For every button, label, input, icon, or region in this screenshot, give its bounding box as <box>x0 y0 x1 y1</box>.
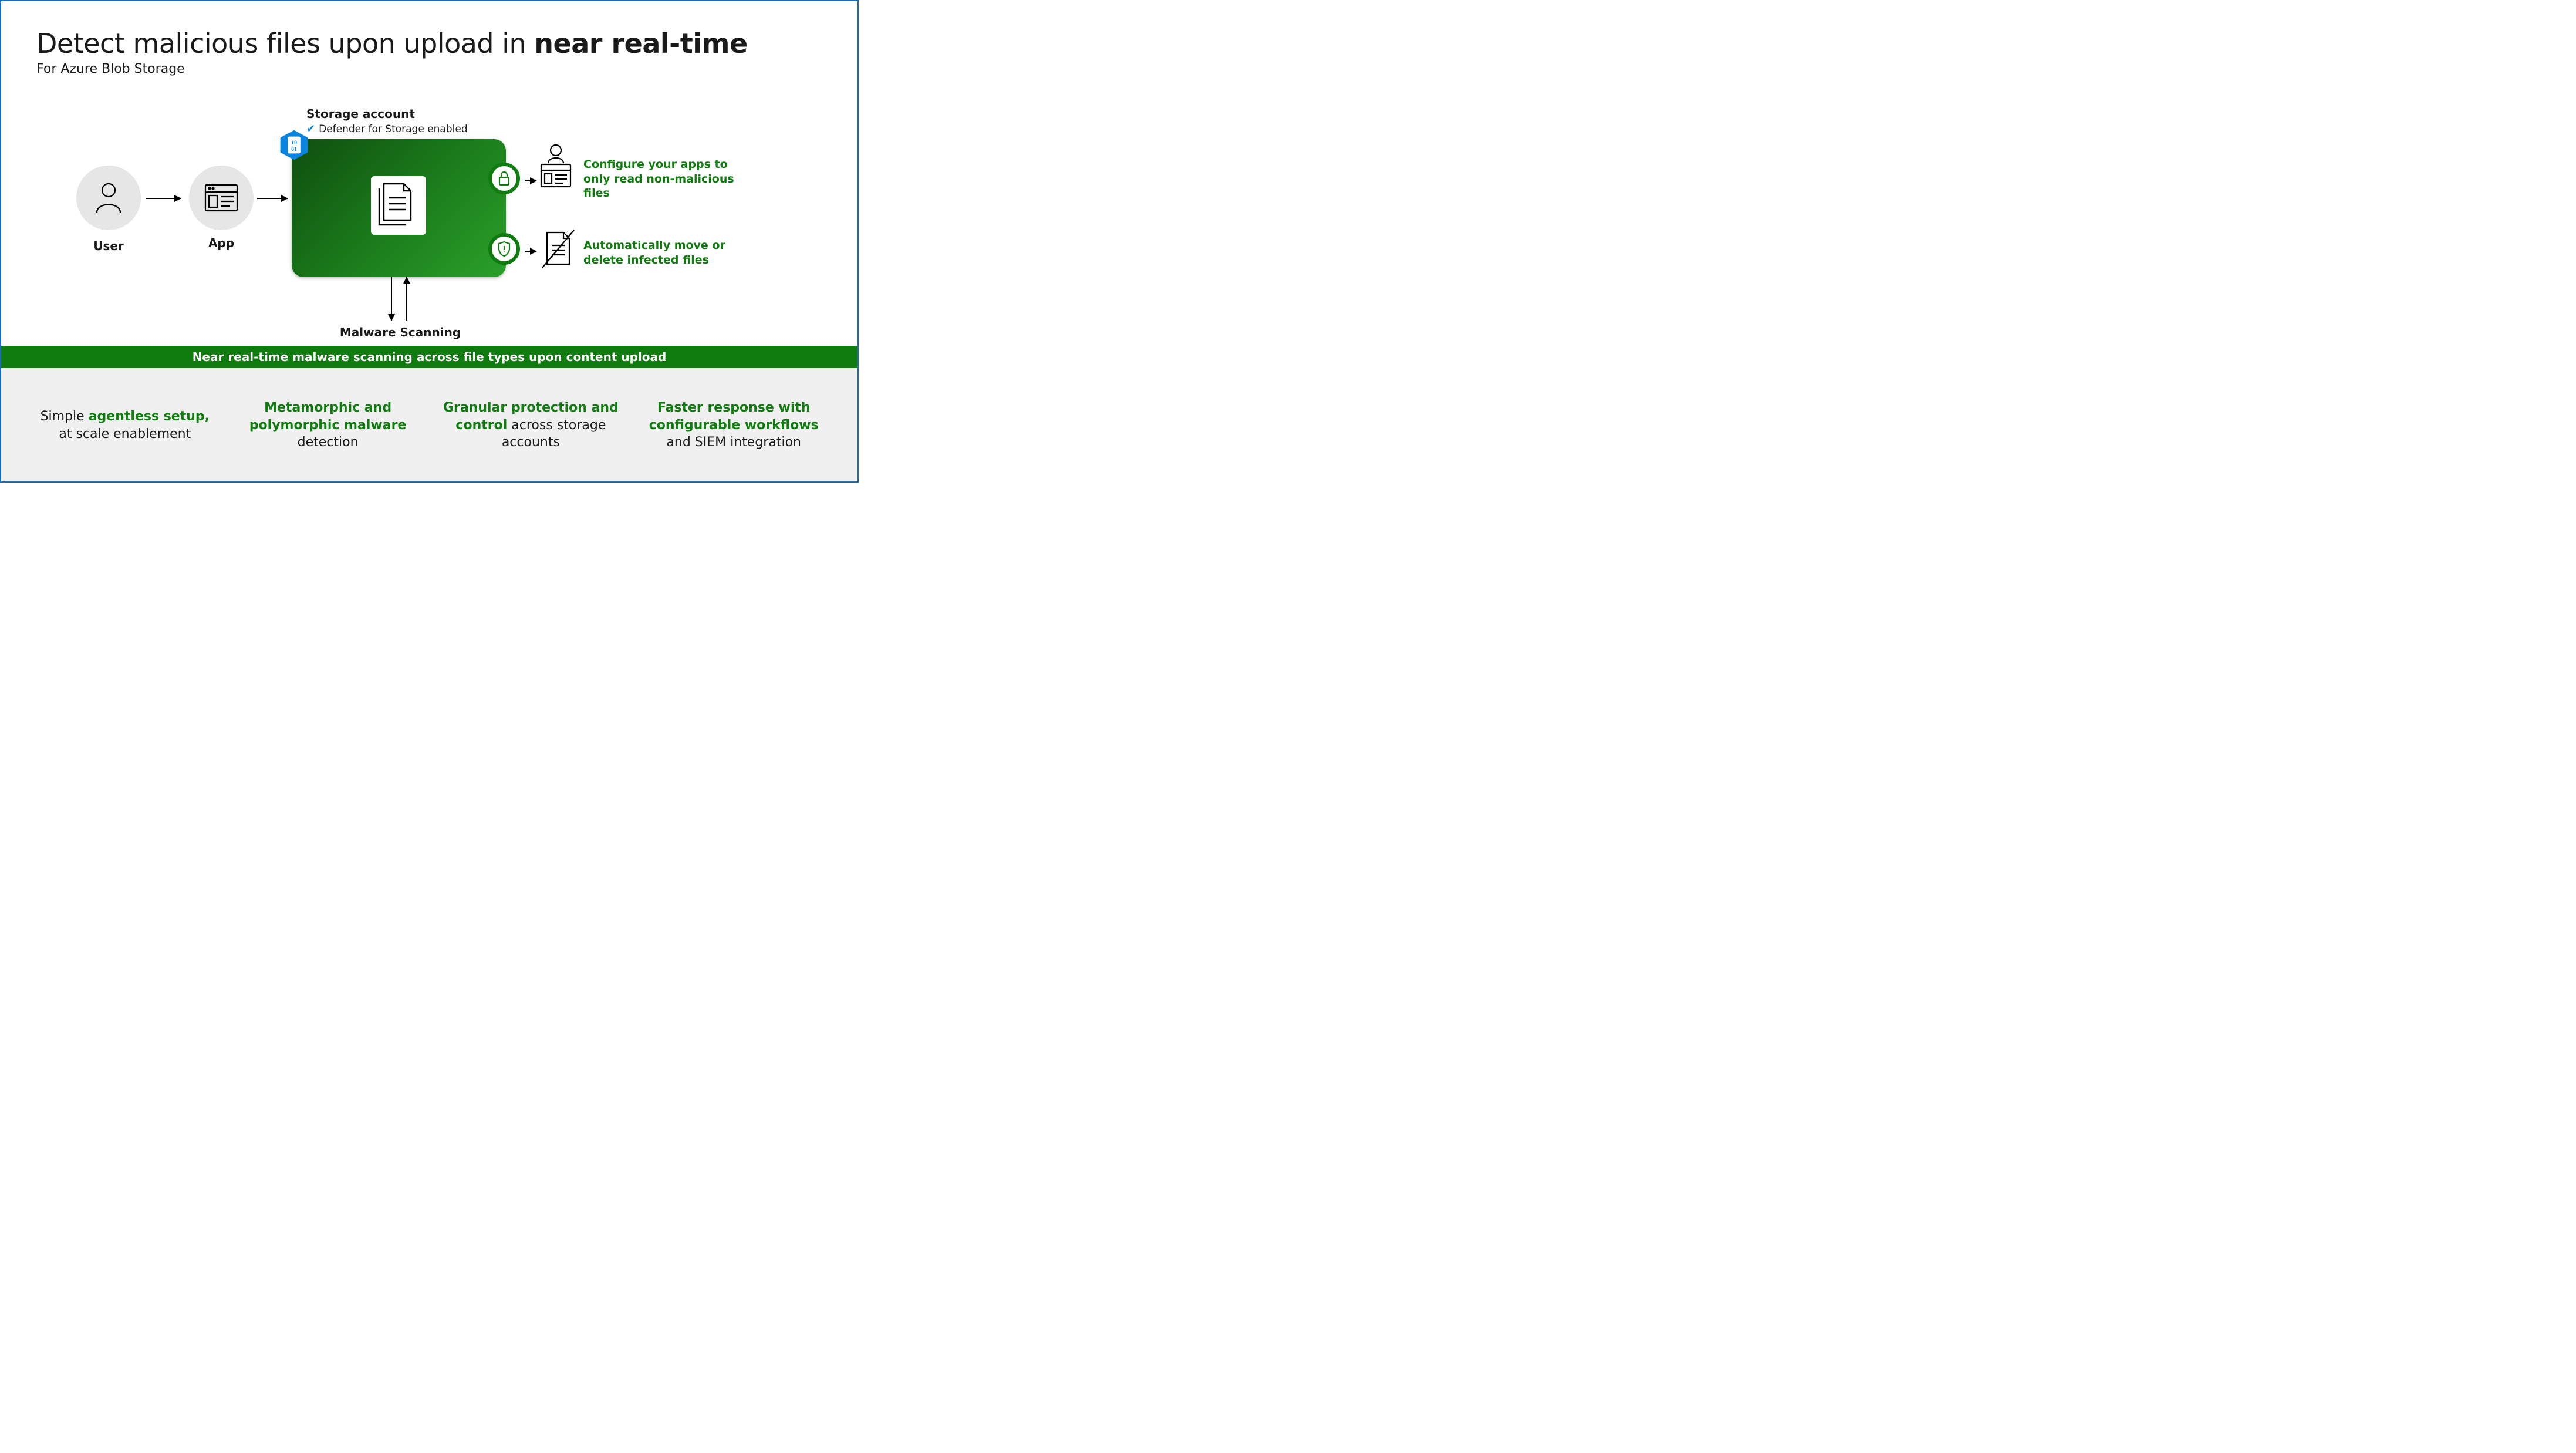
feature-highlight: agentless setup, <box>89 409 210 424</box>
outcome-delete-text: Automatically move or delete infected fi… <box>583 238 748 267</box>
defender-enabled-text: Defender for Storage enabled <box>319 123 468 135</box>
feature-post: and SIEM integration <box>666 435 801 450</box>
slide-title: Detect malicious files upon upload in ne… <box>36 28 748 59</box>
slide-header: Detect malicious files upon upload in ne… <box>36 28 748 76</box>
user-icon <box>94 182 123 214</box>
app-node <box>189 166 254 230</box>
features-row: Simple agentless setup, at scale enablem… <box>1 369 857 481</box>
feature-highlight: Faster response with configurable workfl… <box>649 400 819 433</box>
defender-enabled-label: ✔ Defender for Storage enabled <box>306 123 468 135</box>
feature-agentless: Simple agentless setup, at scale enablem… <box>34 408 216 443</box>
lock-icon <box>497 171 511 186</box>
slide-frame: Detect malicious files upon upload in ne… <box>0 0 859 483</box>
svg-text:10: 10 <box>291 140 297 146</box>
shield-icon <box>497 241 511 257</box>
banner-text: Near real-time malware scanning across f… <box>193 350 667 364</box>
flow-diagram: User App Storage account ✔ Defender for … <box>1 107 857 342</box>
banner-bar: Near real-time malware scanning across f… <box>1 346 857 368</box>
document-icon <box>371 176 426 235</box>
arrow-to-delete <box>525 251 536 252</box>
feature-post: across storage accounts <box>502 418 606 450</box>
binary-hex-icon: 10 01 <box>278 129 310 161</box>
feature-polymorphic: Metamorphic and polymorphic malware dete… <box>237 399 419 451</box>
outcome-configure-text: Configure your apps to only read non-mal… <box>583 157 748 201</box>
app-label: App <box>189 236 254 250</box>
delete-file-icon <box>540 229 576 270</box>
title-text-plain: Detect malicious files upon upload in <box>36 28 534 59</box>
arrow-scan-to-storage <box>406 277 407 321</box>
title-text-bold: near real-time <box>534 28 747 59</box>
configure-apps-icon <box>535 143 576 190</box>
feature-highlight: Metamorphic and polymorphic malware <box>249 400 407 433</box>
user-node <box>76 166 141 230</box>
slide-subtitle: For Azure Blob Storage <box>36 62 748 76</box>
shield-badge <box>488 233 520 265</box>
feature-post: detection <box>298 435 359 450</box>
feature-post: at scale enablement <box>59 427 191 441</box>
feature-granular: Granular protection and control across s… <box>440 399 622 451</box>
arrow-storage-to-scan <box>391 277 392 321</box>
svg-text:01: 01 <box>291 146 297 153</box>
arrow-user-to-app <box>146 198 181 199</box>
feature-workflows: Faster response with configurable workfl… <box>643 399 825 451</box>
app-icon <box>204 184 238 212</box>
arrow-app-to-storage <box>257 198 288 199</box>
user-label: User <box>76 239 141 253</box>
malware-scanning-label: Malware Scanning <box>330 325 471 339</box>
storage-account-label: Storage account <box>306 107 415 121</box>
lock-badge <box>488 163 520 194</box>
arrow-to-configure <box>525 180 536 181</box>
feature-pre: Simple <box>40 409 89 424</box>
